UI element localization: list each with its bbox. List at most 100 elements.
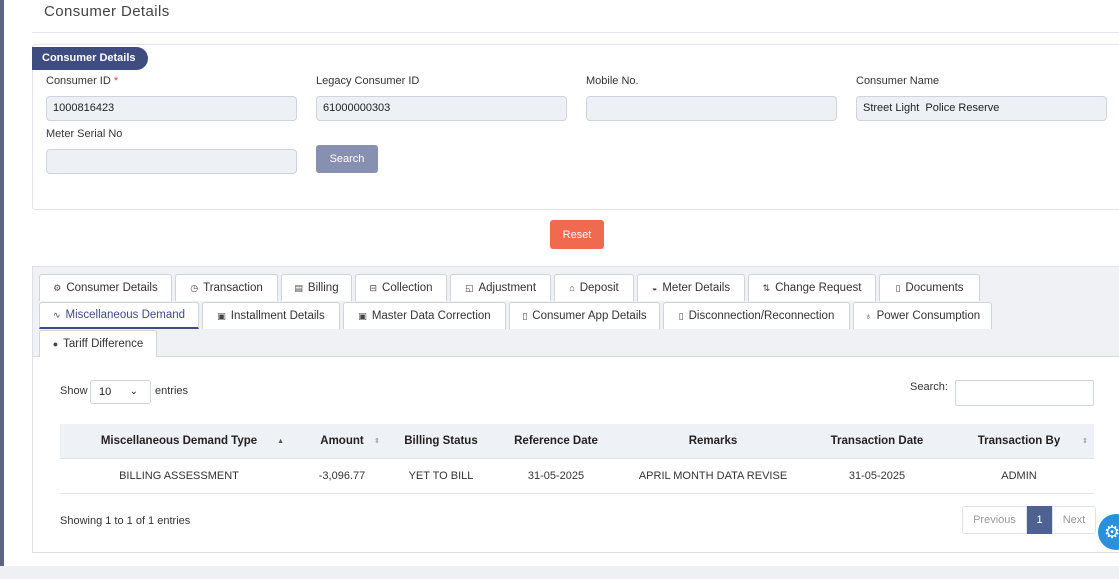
tab-panel: ⚙ Consumer Details ◷ Transaction ▤ Billing … <box>32 266 1119 553</box>
column-header-text: Transaction By <box>977 435 1061 447</box>
swap-icon: ⇅ <box>762 282 771 293</box>
card-badge: Consumer Details <box>32 47 148 70</box>
tab-transaction[interactable]: ◷ Transaction <box>175 274 278 301</box>
tab-strip: ⚙ Consumer Details ◷ Transaction ▤ Billing … <box>33 267 1119 357</box>
table-cell: APRIL MONTH DATA REVISE <box>638 470 788 482</box>
column-header[interactable]: Remarks <box>616 424 810 458</box>
tab-label: Collection <box>382 282 433 294</box>
list-icon: ▣ <box>217 310 226 321</box>
tab-label: Adjustment <box>478 282 537 294</box>
consumer-details-card: Consumer Details Consumer ID * 100081642… <box>32 44 1119 210</box>
gear-icon: ⚙ <box>53 282 62 293</box>
adjust-icon: ◱ <box>464 282 474 293</box>
meter-serial-no-label: Meter Serial No <box>46 128 123 140</box>
table-cell: ADMIN <box>1001 470 1037 482</box>
search-button[interactable]: Search <box>316 145 378 173</box>
column-header[interactable]: Amount ⇕ <box>298 424 386 458</box>
sort-icon: ⇕ <box>374 438 380 445</box>
previous-page-button[interactable]: Previous <box>962 506 1027 534</box>
page-content: Consumer Details Consumer Details Consum… <box>4 0 1119 566</box>
table-header: Miscellaneous Demand Type ▲ Amount ⇕ Billi… <box>60 424 1094 459</box>
page-length-select[interactable]: 10 ⌄ <box>90 380 151 404</box>
tab-consumer-app-details[interactable]: ▯ Consumer App Details <box>509 302 660 329</box>
tab-deposit[interactable]: ⌂ Deposit <box>554 274 634 301</box>
document-icon: ▯ <box>895 282 901 293</box>
mobile-icon: ▯ <box>522 310 528 321</box>
column-header[interactable]: Reference Date <box>496 424 616 458</box>
mobile-icon: ▯ <box>678 310 684 321</box>
mobile-no-input[interactable] <box>586 96 837 121</box>
tab-label: Documents <box>905 282 964 294</box>
tab-adjustment[interactable]: ◱ Adjustment <box>450 274 551 301</box>
tab-master-data-correction[interactable]: ▣ Master Data Correction <box>343 302 506 329</box>
next-page-button[interactable]: Next <box>1052 506 1096 534</box>
column-header[interactable]: Transaction By ⇕ <box>944 424 1094 458</box>
tab-label: Tariff Difference <box>63 338 144 350</box>
tab-label: Transaction <box>203 282 263 294</box>
tab-label: Change Request <box>775 282 862 294</box>
tab-tariff-difference[interactable]: ● Tariff Difference <box>39 330 157 357</box>
entries-label: entries <box>155 385 189 397</box>
meter-serial-no-input[interactable] <box>46 149 297 174</box>
chevron-down-icon: ⌄ <box>129 386 138 397</box>
tab-installment-details[interactable]: ▣ Installment Details <box>202 302 340 329</box>
table-search-input[interactable] <box>955 380 1094 406</box>
legacy-consumer-id-input[interactable]: 61000000303 <box>316 96 567 121</box>
tab-documents[interactable]: ▯ Documents <box>879 274 980 301</box>
dot-icon: ● <box>52 339 59 349</box>
meter-icon: ◒ <box>651 283 658 293</box>
tab-power-consumption[interactable]: ♁ Power Consumption <box>853 302 992 329</box>
footer-bar <box>0 566 1119 579</box>
tab-label: Consumer Details <box>66 282 158 294</box>
column-header-text: Remarks <box>688 435 738 447</box>
pagination: Previous 1 Next <box>962 506 1096 534</box>
tab-change-request[interactable]: ⇅ Change Request <box>748 274 876 301</box>
tab-label: Consumer App Details <box>532 310 647 322</box>
tab-disconnection-reconnection[interactable]: ▯ Disconnection/Reconnection <box>663 302 850 329</box>
mobile-no-label: Mobile No. <box>586 75 639 87</box>
table-row: BILLING ASSESSMENT -3,096.77 YET TO BILL… <box>60 459 1094 494</box>
table-info: Showing 1 to 1 of 1 entries <box>60 515 191 527</box>
tab-label: Meter Details <box>662 282 731 294</box>
table-search-label: Search: <box>910 381 948 393</box>
required-mark: * <box>113 75 119 87</box>
tab-label: Billing <box>307 282 339 294</box>
column-header[interactable]: Miscellaneous Demand Type ▲ <box>60 424 298 458</box>
column-header[interactable]: Transaction Date <box>810 424 944 458</box>
page-title: Consumer Details <box>44 3 170 20</box>
title-divider <box>32 32 1119 33</box>
column-header-text: Amount <box>320 435 364 447</box>
sort-icon: ⇕ <box>1082 438 1088 445</box>
tab-label: Master Data Correction <box>371 310 491 322</box>
collection-icon: ⊟ <box>369 282 378 293</box>
tab-meter-details[interactable]: ◒ Meter Details <box>637 274 745 301</box>
tab-label: Miscellaneous Demand <box>65 309 186 321</box>
consumer-id-input[interactable]: 1000816423 <box>46 96 297 121</box>
consumer-id-label-text: Consumer ID <box>46 75 111 87</box>
pulse-icon: ∿ <box>52 309 61 320</box>
tab-consumer-details[interactable]: ⚙ Consumer Details <box>39 274 172 301</box>
column-header-text: Reference Date <box>514 435 598 447</box>
sort-asc-icon: ▲ <box>277 437 284 445</box>
column-header-text: Billing Status <box>404 435 478 447</box>
list-icon: ▣ <box>358 310 367 321</box>
column-header[interactable]: Billing Status <box>386 424 496 458</box>
tab-billing[interactable]: ▤ Billing <box>281 274 352 301</box>
tab-collection[interactable]: ⊟ Collection <box>355 274 447 301</box>
tab-label: Deposit <box>579 282 619 294</box>
bill-icon: ▤ <box>294 282 303 293</box>
table-cell: 31-05-2025 <box>848 470 906 482</box>
data-table: Miscellaneous Demand Type ▲ Amount ⇕ Billi… <box>60 424 1094 494</box>
show-label: Show <box>60 385 88 397</box>
bulb-icon: ♁ <box>864 311 872 321</box>
tab-miscellaneous-demand[interactable]: ∿ Miscellaneous Demand <box>39 302 199 329</box>
consumer-name-input[interactable]: Street Light Police Reserve <box>856 96 1107 121</box>
bank-icon: ⌂ <box>569 283 575 293</box>
page-1-button[interactable]: 1 <box>1027 506 1052 534</box>
column-header-text: Miscellaneous Demand Type <box>100 435 258 447</box>
reset-button[interactable]: Reset <box>550 220 604 249</box>
table-cell: YET TO BILL <box>408 470 474 482</box>
consumer-id-label: Consumer ID * <box>46 75 118 87</box>
table-cell: 31-05-2025 <box>527 470 585 482</box>
legacy-consumer-id-label: Legacy Consumer ID <box>316 75 420 87</box>
